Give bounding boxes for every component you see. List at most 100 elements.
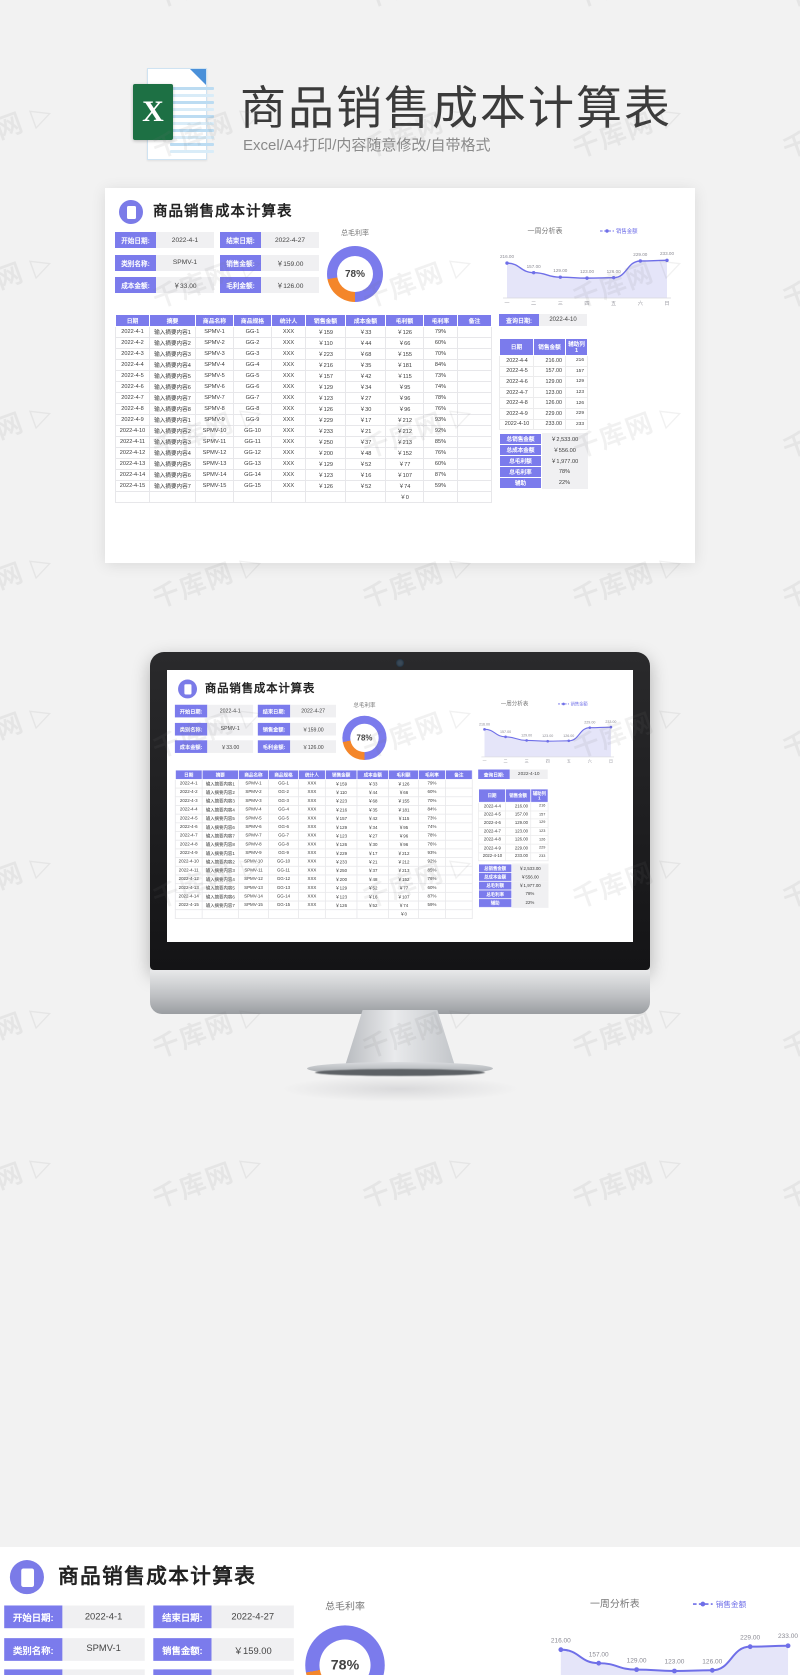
- side-table-row[interactable]: 2022-4-10 233.00 233: [499, 418, 588, 431]
- table-row[interactable]: 2022-4-12 输入摘要内容4 SPMV-12 GG-12 XXX ￥200 ￥48 ￥1…: [174, 874, 473, 885]
- table-cell[interactable]: SPMV-8: [238, 839, 269, 850]
- table-cell[interactable]: ￥200: [324, 874, 358, 885]
- table-row[interactable]: 2022-4-14 输入摘要内容6 SPMV-14 GG-14 XXX ￥123 ￥16 ￥1…: [115, 469, 492, 481]
- table-cell[interactable]: 输入摘要内容6: [201, 891, 239, 902]
- table-cell[interactable]: 2022-4-14: [174, 891, 203, 902]
- table-cell[interactable]: 2022-4-4: [174, 805, 203, 815]
- table-cell[interactable]: SPMV-1: [195, 326, 234, 338]
- table-cell[interactable]: ￥110: [305, 337, 346, 349]
- side-table-cell[interactable]: 126.00: [505, 835, 532, 845]
- side-table-cell[interactable]: 157: [530, 810, 549, 820]
- table-cell[interactable]: 2022-4-8: [174, 839, 203, 850]
- table-row[interactable]: 2022-4-14 输入摘要内容6 SPMV-14 GG-14 XXX ￥123 ￥16 ￥1…: [174, 891, 473, 902]
- table-cell[interactable]: ￥213: [385, 436, 424, 448]
- table-cell[interactable]: [457, 425, 492, 437]
- table-cell[interactable]: XXX: [298, 778, 326, 789]
- table-cell[interactable]: XXX: [298, 883, 326, 893]
- table-cell[interactable]: GG-12: [233, 447, 272, 459]
- table-cell[interactable]: [445, 900, 473, 911]
- table-cell[interactable]: 输入摘要内容1: [149, 326, 196, 338]
- side-table-cell[interactable]: 233.00: [505, 852, 532, 862]
- table-cell[interactable]: SPMV-9: [238, 848, 269, 858]
- table-cell[interactable]: ￥48: [345, 447, 386, 459]
- table-cell[interactable]: GG-13: [268, 883, 299, 893]
- table-cell[interactable]: 70%: [418, 796, 446, 806]
- table-cell[interactable]: [271, 491, 306, 503]
- table-cell[interactable]: GG-8: [233, 403, 272, 415]
- table-cell[interactable]: XXX: [298, 865, 326, 876]
- side-table-cell[interactable]: 123.00: [533, 386, 566, 399]
- table-cell[interactable]: [445, 857, 473, 867]
- table-cell[interactable]: SPMV-9: [195, 414, 234, 426]
- side-table-cell[interactable]: 2022-4-9: [478, 843, 506, 853]
- table-cell[interactable]: [445, 883, 473, 893]
- table-row[interactable]: 2022-4-12 输入摘要内容4 SPMV-12 GG-12 XXX ￥200 ￥48 ￥1…: [115, 447, 492, 459]
- table-cell[interactable]: [115, 491, 150, 503]
- table-cell[interactable]: ￥129: [305, 458, 346, 470]
- table-cell[interactable]: 2022-4-15: [174, 900, 203, 911]
- table-cell[interactable]: ￥96: [385, 403, 424, 415]
- table-cell[interactable]: SPMV-14: [238, 891, 269, 902]
- table-cell[interactable]: 93%: [418, 848, 446, 858]
- table-cell[interactable]: 输入摘要内容8: [149, 403, 196, 415]
- table-cell[interactable]: GG-14: [268, 891, 299, 902]
- side-table-cell[interactable]: 233: [565, 418, 588, 431]
- table-cell[interactable]: ￥233: [305, 425, 346, 437]
- table-cell[interactable]: [445, 891, 473, 902]
- side-table-row[interactable]: 2022-4-8 126.00 126: [499, 397, 588, 409]
- table-cell[interactable]: 2022-4-12: [174, 874, 203, 885]
- table-cell[interactable]: [445, 865, 473, 876]
- table-cell[interactable]: XXX: [271, 469, 306, 481]
- table-cell[interactable]: 输入摘要内容7: [201, 831, 239, 841]
- table-cell[interactable]: ￥233: [324, 857, 358, 867]
- table-cell[interactable]: 60%: [423, 458, 458, 470]
- table-cell[interactable]: [457, 370, 492, 382]
- table-cell[interactable]: [298, 909, 326, 919]
- table-cell[interactable]: ￥34: [345, 381, 386, 393]
- table-cell[interactable]: [445, 874, 473, 885]
- table-cell[interactable]: [457, 469, 492, 481]
- table-cell[interactable]: 79%: [418, 778, 446, 789]
- table-cell[interactable]: 2022-4-5: [115, 370, 150, 382]
- table-cell[interactable]: XXX: [298, 900, 326, 911]
- side-table-row[interactable]: 2022-4-5 157.00 157: [499, 365, 588, 378]
- table-cell[interactable]: ￥155: [388, 796, 419, 806]
- table-cell[interactable]: [418, 909, 446, 919]
- table-cell[interactable]: ￥126: [305, 403, 346, 415]
- table-row[interactable]: 2022-4-15 输入摘要内容7 SPMV-15 GG-15 XXX ￥126 ￥52 ￥7…: [115, 480, 492, 492]
- table-cell[interactable]: 输入摘要内容4: [201, 805, 239, 815]
- table-cell[interactable]: GG-7: [233, 392, 272, 404]
- table-cell[interactable]: 输入摘要内容4: [201, 874, 239, 885]
- table-cell[interactable]: 输入摘要内容1: [201, 848, 239, 858]
- table-cell[interactable]: ￥229: [324, 848, 358, 858]
- table-cell[interactable]: 59%: [423, 480, 458, 492]
- table-cell[interactable]: ￥34: [356, 822, 389, 832]
- table-cell[interactable]: 2022-4-2: [174, 787, 203, 798]
- table-cell[interactable]: XXX: [298, 787, 326, 798]
- table-cell[interactable]: 输入摘要内容2: [201, 787, 239, 798]
- table-cell[interactable]: 输入摘要内容6: [149, 469, 196, 481]
- table-cell[interactable]: ￥129: [324, 883, 358, 893]
- table-cell[interactable]: SPMV-3: [238, 796, 269, 806]
- table-cell[interactable]: GG-1: [233, 326, 272, 338]
- table-row[interactable]: 2022-4-8 输入摘要内容8 SPMV-8 GG-8 XXX ￥126 ￥30 ￥96 76…: [115, 403, 492, 415]
- table-cell[interactable]: ￥21: [345, 425, 386, 437]
- table-cell[interactable]: 2022-4-7: [174, 831, 203, 841]
- table-cell[interactable]: 70%: [423, 348, 458, 360]
- table-cell[interactable]: SPMV-5: [238, 813, 269, 824]
- table-cell[interactable]: 87%: [423, 469, 458, 481]
- table-cell[interactable]: ￥200: [305, 447, 346, 459]
- table-cell[interactable]: ￥159: [305, 326, 346, 338]
- table-cell[interactable]: ￥37: [356, 865, 389, 876]
- table-cell[interactable]: ￥33: [345, 326, 386, 338]
- table-cell[interactable]: 76%: [418, 839, 446, 850]
- table-cell[interactable]: GG-6: [233, 381, 272, 393]
- table-cell[interactable]: 87%: [418, 891, 446, 902]
- table-cell[interactable]: XXX: [298, 891, 326, 902]
- side-table-cell[interactable]: 2022-4-4: [499, 355, 534, 367]
- table-cell[interactable]: XXX: [271, 359, 306, 371]
- table-cell[interactable]: [445, 796, 473, 806]
- table-row[interactable]: 2022-4-13 输入摘要内容5 SPMV-13 GG-13 XXX ￥129 ￥52 ￥7…: [174, 883, 473, 893]
- table-cell[interactable]: ￥157: [305, 370, 346, 382]
- table-row[interactable]: 2022-4-9 输入摘要内容1 SPMV-9 GG-9 XXX ￥229 ￥17 ￥212 9…: [115, 414, 492, 426]
